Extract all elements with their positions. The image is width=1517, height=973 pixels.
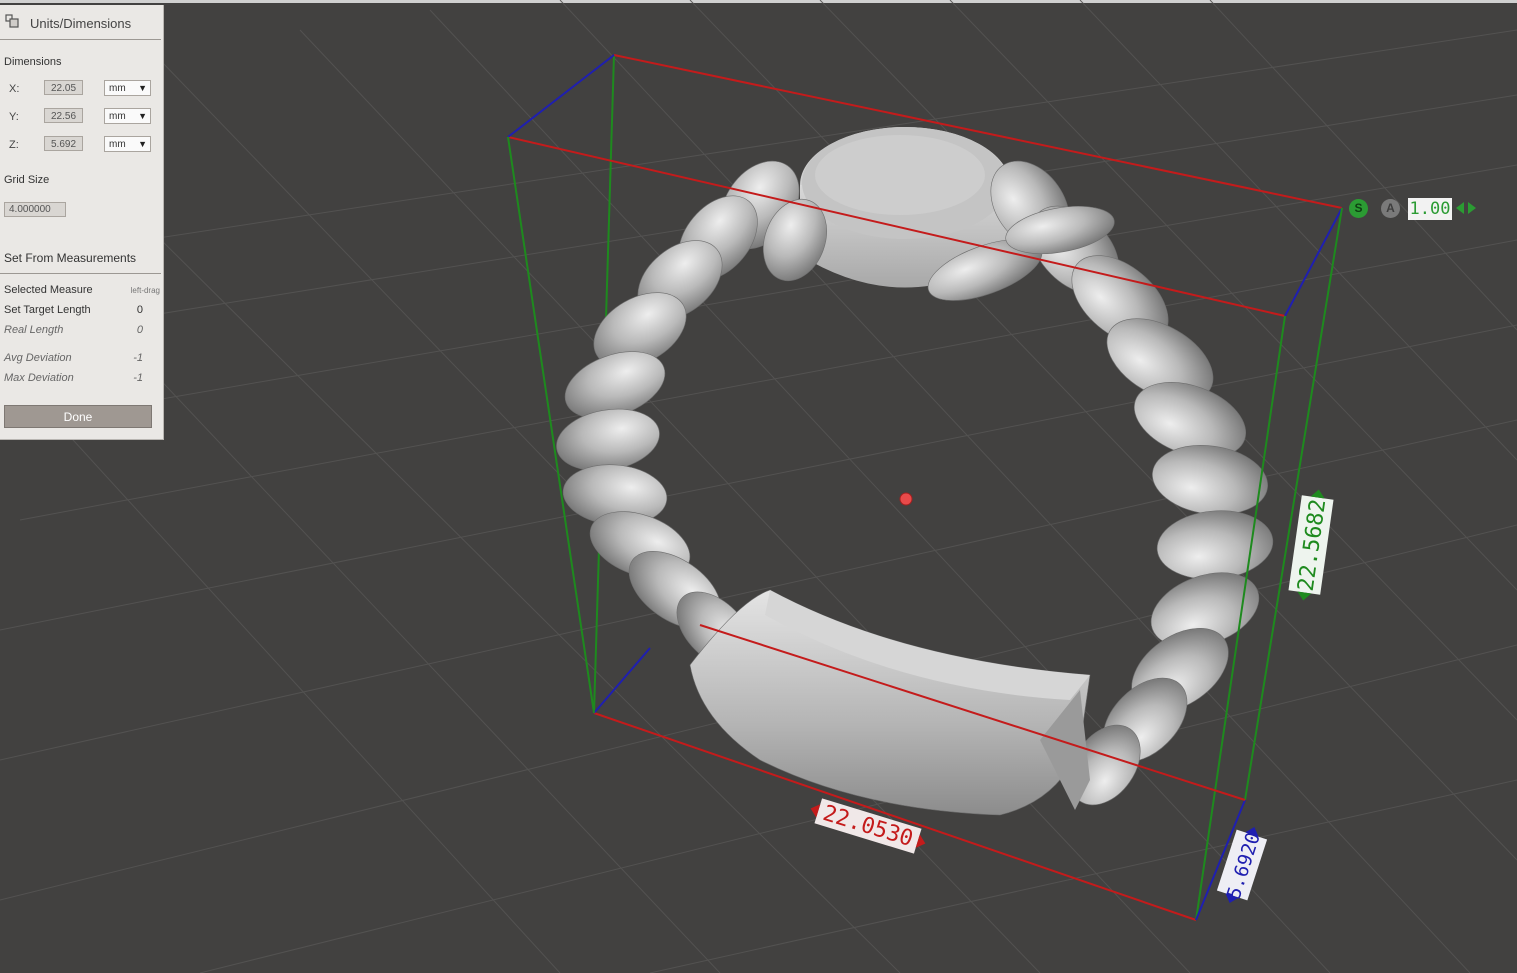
avg-deviation-label: Avg Deviation: [4, 352, 72, 364]
3d-viewport[interactable]: 22.0530 22.5682 5.6920 S A 1.00: [0, 0, 1517, 973]
max-deviation-label: Max Deviation: [4, 372, 74, 384]
real-length-label: Real Length: [4, 324, 64, 336]
real-length-row: Real Length 0: [4, 324, 160, 340]
set-target-length-row[interactable]: Set Target Length 0: [4, 304, 160, 320]
dimension-z-row: Z: 5.692 mm ▼: [0, 136, 160, 154]
set-target-length-label: Set Target Length: [4, 304, 91, 316]
pivot-point[interactable]: [899, 492, 913, 506]
dimension-y-axis-label: Y:: [9, 111, 19, 123]
chevron-down-icon: ▼: [138, 139, 147, 149]
panel-icon: [5, 14, 19, 28]
dimension-y-unit-select[interactable]: mm ▼: [104, 108, 151, 124]
grid-size-input[interactable]: 4.000000: [4, 202, 66, 217]
set-from-measurements-heading: Set From Measurements: [4, 251, 137, 265]
selected-measure-value: left-drag: [130, 286, 160, 295]
viewport-canvas[interactable]: 22.0530 22.5682 5.6920: [0, 0, 1517, 973]
chevron-down-icon: ▼: [138, 83, 147, 93]
dimension-x-unit-select[interactable]: mm ▼: [104, 80, 151, 96]
set-target-length-value[interactable]: 0: [137, 304, 143, 316]
max-deviation-row: Max Deviation -1: [4, 372, 160, 388]
dimension-z-unit-select[interactable]: mm ▼: [104, 136, 151, 152]
selected-measure-row: Selected Measure left-drag: [4, 284, 160, 300]
avg-deviation-row: Avg Deviation -1: [4, 352, 160, 368]
panel-header: Units/Dimensions: [0, 5, 161, 40]
dimension-x-row: X: 22.05 mm ▼: [0, 80, 160, 98]
real-length-value: 0: [136, 324, 143, 336]
dimension-z-input[interactable]: 5.692: [44, 136, 83, 151]
grid-size-heading: Grid Size: [4, 174, 50, 186]
unit-value: mm: [109, 111, 126, 122]
max-deviation-value: -1: [133, 372, 143, 384]
dimension-x-input[interactable]: 22.05: [44, 80, 83, 95]
unit-value: mm: [109, 139, 126, 150]
dimension-z-axis-label: Z:: [9, 139, 19, 151]
avg-deviation-value: -1: [133, 352, 143, 364]
units-dimensions-panel: Units/Dimensions Dimensions X: 22.05 mm ▼…: [0, 5, 164, 440]
dimension-y-row: Y: 22.56 mm ▼: [0, 108, 160, 126]
dimension-x-axis-label: X:: [9, 83, 20, 95]
chevron-down-icon: ▼: [138, 111, 147, 121]
scale-a-button[interactable]: A: [1381, 199, 1400, 218]
dimension-y-input[interactable]: 22.56: [44, 108, 83, 123]
selected-measure-label: Selected Measure: [4, 284, 93, 296]
scale-s-button[interactable]: S: [1349, 199, 1368, 218]
done-button[interactable]: Done: [4, 405, 152, 428]
scale-value-field[interactable]: 1.00: [1408, 198, 1452, 220]
panel-title: Units/Dimensions: [30, 16, 132, 31]
divider: [0, 273, 161, 274]
unit-value: mm: [109, 83, 126, 94]
dimensions-heading: Dimensions: [4, 56, 62, 68]
